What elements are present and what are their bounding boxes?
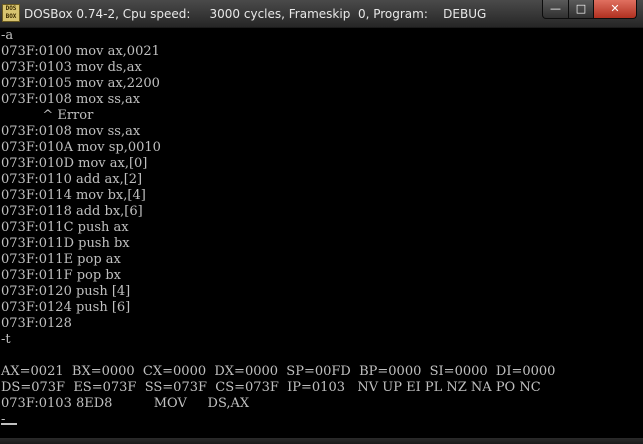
console-line: -t [1,332,11,347]
register-line-general: AX=0021 BX=0000 CX=0000 DX=0000 SP=00FD … [1,364,556,379]
window-bottom-border [0,438,643,444]
console-line: 073F:0108 mov ss,ax [1,124,141,139]
console-line: 073F:0103 mov ds,ax [1,60,142,75]
dosbox-window: DOS BOX DOSBox 0.74-2, Cpu speed: 3000 c… [0,0,643,444]
console-line: 073F:010D mov ax,[0] [1,156,148,171]
minimize-button[interactable]: — [542,0,569,19]
title-bar[interactable]: DOS BOX DOSBox 0.74-2, Cpu speed: 3000 c… [0,0,643,28]
console-line: 073F:0105 mov ax,2200 [1,76,160,91]
close-button[interactable]: ✕ [593,0,637,19]
command-prompt[interactable]: - [1,412,5,428]
console-line: 073F:0128 [1,316,72,331]
register-line-segment-flags: DS=073F ES=073F SS=073F CS=073F IP=0103 … [1,380,541,395]
console-line: 073F:011F pop bx [1,268,121,283]
window-title: DOSBox 0.74-2, Cpu speed: 3000 cycles, F… [24,7,487,21]
console-line: 073F:0100 mov ax,0021 [1,44,160,59]
console-line: -a [1,28,14,43]
console-line: 073F:0124 push [6] [1,300,131,315]
current-instruction-line: 073F:0103 8ED8 MOV DS,AX [1,396,250,411]
console-line: 073F:011E pop ax [1,252,121,267]
console-line: 073F:011C push ax [1,220,129,235]
maximize-button[interactable]: □ [568,0,594,19]
console-line: 073F:011D push bx [1,236,130,251]
error-message: ^ Error [1,108,94,123]
console-line: 073F:0118 add bx,[6] [1,204,143,219]
console-line: 073F:0108 mox ss,ax [1,92,141,107]
text-cursor [1,423,17,425]
console-line: 073F:0114 mov bx,[4] [1,188,146,203]
dos-console[interactable]: -a 073F:0100 mov ax,0021 073F:0103 mov d… [0,28,643,438]
console-line: 073F:0120 push [4] [1,284,131,299]
console-line: 073F:010A mov sp,0010 [1,140,161,155]
dosbox-app-icon[interactable]: DOS BOX [2,4,20,22]
console-line: 073F:0110 add ax,[2] [1,172,143,187]
